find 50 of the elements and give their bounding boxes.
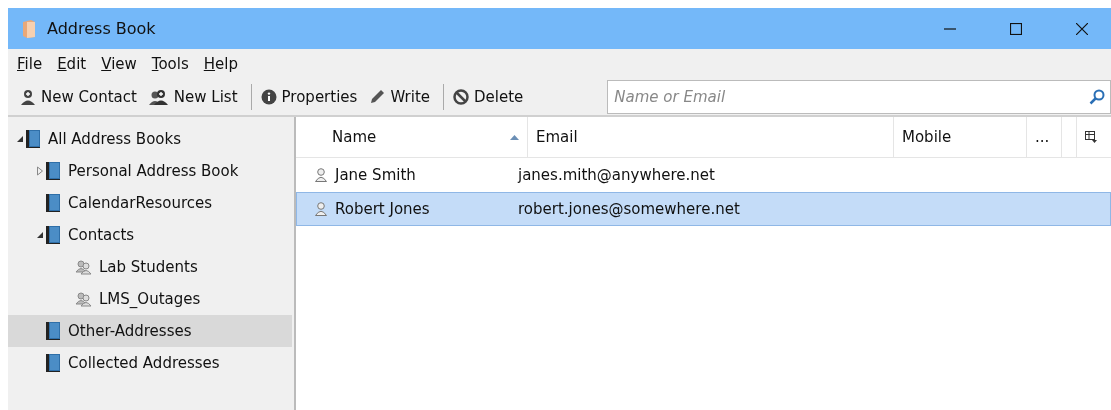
person-icon <box>315 202 327 216</box>
sidebar-item[interactable]: LMS_Outages <box>8 283 292 315</box>
sidebar-item[interactable]: CalendarResources <box>8 187 292 219</box>
column-picker-icon <box>1085 131 1097 143</box>
table-row[interactable]: Jane Smith janes.mith@anywhere.net <box>296 158 1111 192</box>
new-contact-button[interactable]: New Contact <box>16 83 145 111</box>
book-icon <box>21 18 37 39</box>
sidebar-item[interactable]: Other-Addresses <box>8 315 292 347</box>
column-header[interactable]: Mobile <box>894 117 1027 157</box>
book-icon <box>45 353 61 373</box>
column-header[interactable]: Email <box>528 117 894 157</box>
people-icon <box>75 259 92 275</box>
column-header[interactable]: ... <box>1027 117 1062 157</box>
people-icon <box>75 291 92 307</box>
column-header[interactable]: Name <box>296 117 528 157</box>
search-field[interactable]: Name or Email <box>607 80 1111 114</box>
person-icon <box>315 168 327 182</box>
sidebar-item[interactable]: Contacts <box>8 219 292 251</box>
menu-item[interactable]: View <box>101 55 137 73</box>
table-cell: robert.jones@somewhere.net <box>518 200 740 218</box>
delete-button[interactable]: Delete <box>449 83 532 111</box>
properties-button[interactable]: Properties <box>256 83 366 111</box>
menu-item[interactable]: Help <box>203 55 238 73</box>
table-row[interactable]: Robert Jones robert.jones@somewhere.net <box>296 192 1111 226</box>
menu-item[interactable]: Edit <box>57 55 87 73</box>
new-list-button[interactable]: New List <box>144 83 246 111</box>
table-cell: janes.mith@anywhere.net <box>518 166 715 184</box>
write-button[interactable]: Write <box>365 83 438 111</box>
book-icon <box>45 161 61 181</box>
person-plus-icon <box>20 88 36 106</box>
info-icon <box>260 88 277 106</box>
no-entry-icon <box>453 88 469 106</box>
sidebar-item[interactable]: Lab Students <box>8 251 292 283</box>
book-icon <box>45 225 61 245</box>
window-title: Address Book <box>47 19 156 38</box>
close-icon <box>1076 22 1088 35</box>
pencil-icon <box>369 88 386 106</box>
book-icon <box>45 321 61 341</box>
sidebar-item[interactable]: Personal Address Book <box>8 155 292 187</box>
people-plus-icon <box>148 88 169 106</box>
book-icon <box>45 193 61 213</box>
search-icon <box>1089 89 1105 105</box>
menu-item[interactable]: Tools <box>151 55 189 73</box>
book-icon <box>25 129 41 149</box>
table-cell: Jane Smith <box>335 166 416 184</box>
sidebar-item[interactable]: All Address Books <box>8 123 292 155</box>
table-cell: Robert Jones <box>335 200 430 218</box>
menu-item[interactable]: File <box>17 55 43 73</box>
maximize-icon <box>1010 22 1022 35</box>
sidebar-item[interactable]: Collected Addresses <box>8 347 292 379</box>
